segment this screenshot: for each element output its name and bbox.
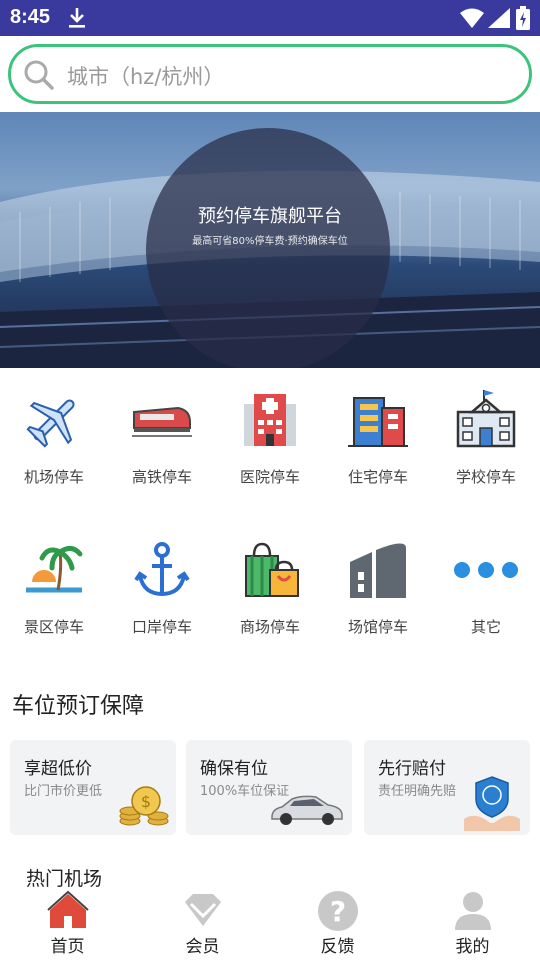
svg-text:$: $	[141, 792, 151, 811]
card-title: 先行赔付	[378, 759, 446, 779]
category-airport[interactable]: 机场停车	[0, 388, 108, 487]
status-time: 8:45	[10, 6, 51, 28]
stadium-icon	[346, 538, 410, 602]
guarantee-card-compensation[interactable]: 先行赔付 责任明确先赔	[364, 740, 530, 835]
card-title: 享超低价	[24, 759, 92, 779]
banner-overlay-circle	[146, 128, 390, 368]
card-subtitle: 比门市价更低	[24, 784, 103, 799]
tab-member[interactable]: 会员	[135, 890, 270, 957]
category-school[interactable]: 学校停车	[432, 388, 540, 487]
residence-icon	[346, 388, 410, 452]
category-residence[interactable]: 住宅停车	[324, 388, 432, 487]
category-label: 机场停车	[23, 468, 84, 486]
category-mall[interactable]: 商场停车	[216, 538, 324, 637]
user-icon	[451, 890, 495, 930]
svg-text:?: ?	[329, 895, 345, 928]
tab-label: 会员	[185, 937, 220, 957]
tab-mine[interactable]: 我的	[405, 890, 540, 957]
school-icon	[454, 388, 518, 452]
status-bar: 8:45	[0, 0, 540, 36]
anchor-icon	[130, 538, 194, 602]
banner-subtitle: 最高可省80%停车费·预约确保车位	[192, 236, 348, 247]
search-input[interactable]: 城市（hz/杭州）	[67, 61, 224, 91]
tab-feedback[interactable]: ? 反馈	[270, 890, 405, 957]
cell-signal-icon	[488, 8, 510, 32]
category-label: 景区停车	[23, 618, 84, 636]
tab-label: 反馈	[320, 937, 355, 957]
guarantee-section-title: 车位预订保障	[12, 694, 145, 719]
category-other[interactable]: 其它	[432, 538, 540, 637]
home-icon	[46, 890, 90, 930]
category-label: 高铁停车	[131, 468, 192, 486]
car-icon	[268, 791, 346, 831]
category-stadium[interactable]: 场馆停车	[324, 538, 432, 637]
tab-home[interactable]: 首页	[0, 890, 135, 957]
download-icon	[66, 6, 88, 34]
promo-banner[interactable]: 预约停车旗舰平台 最高可省80%停车费·预约确保车位	[0, 112, 540, 368]
guarantee-card-guaranteed-spot[interactable]: 确保有位 100%车位保证	[186, 740, 352, 835]
guarantee-card-low-price[interactable]: 享超低价 比门市价更低 $	[10, 740, 176, 835]
category-scenic[interactable]: 景区停车	[0, 538, 108, 637]
shopping-bag-icon	[238, 538, 302, 602]
hot-airports-title: 热门机场	[26, 868, 103, 890]
category-label: 学校停车	[455, 468, 516, 486]
category-port[interactable]: 口岸停车	[108, 538, 216, 637]
search-icon	[23, 59, 55, 95]
hospital-icon	[238, 388, 302, 452]
coins-icon: $	[118, 783, 170, 831]
tab-label: 我的	[455, 937, 490, 957]
category-train[interactable]: 高铁停车	[108, 388, 216, 487]
airplane-icon	[22, 388, 86, 452]
category-label: 场馆停车	[347, 618, 408, 636]
card-subtitle: 责任明确先赔	[378, 784, 457, 799]
card-title: 确保有位	[200, 759, 268, 779]
category-label: 口岸停车	[131, 618, 192, 636]
diamond-icon	[181, 890, 225, 930]
category-label: 商场停车	[239, 618, 300, 636]
category-label: 住宅停车	[347, 468, 408, 486]
city-search-box[interactable]: 城市（hz/杭州）	[8, 44, 532, 104]
category-label: 其它	[470, 618, 501, 636]
more-dots-icon	[454, 538, 518, 602]
battery-icon	[516, 6, 530, 34]
train-icon	[130, 388, 194, 452]
category-hospital[interactable]: 医院停车	[216, 388, 324, 487]
shield-hand-icon	[462, 775, 522, 835]
wifi-icon	[460, 8, 484, 32]
banner-title: 预约停车旗舰平台	[198, 206, 342, 227]
question-icon: ?	[316, 890, 360, 931]
tab-label: 首页	[50, 937, 85, 957]
bottom-tab-bar: 首页 会员 ? 反馈 我的	[0, 888, 540, 960]
palm-tree-icon	[22, 538, 86, 602]
category-label: 医院停车	[239, 468, 300, 486]
